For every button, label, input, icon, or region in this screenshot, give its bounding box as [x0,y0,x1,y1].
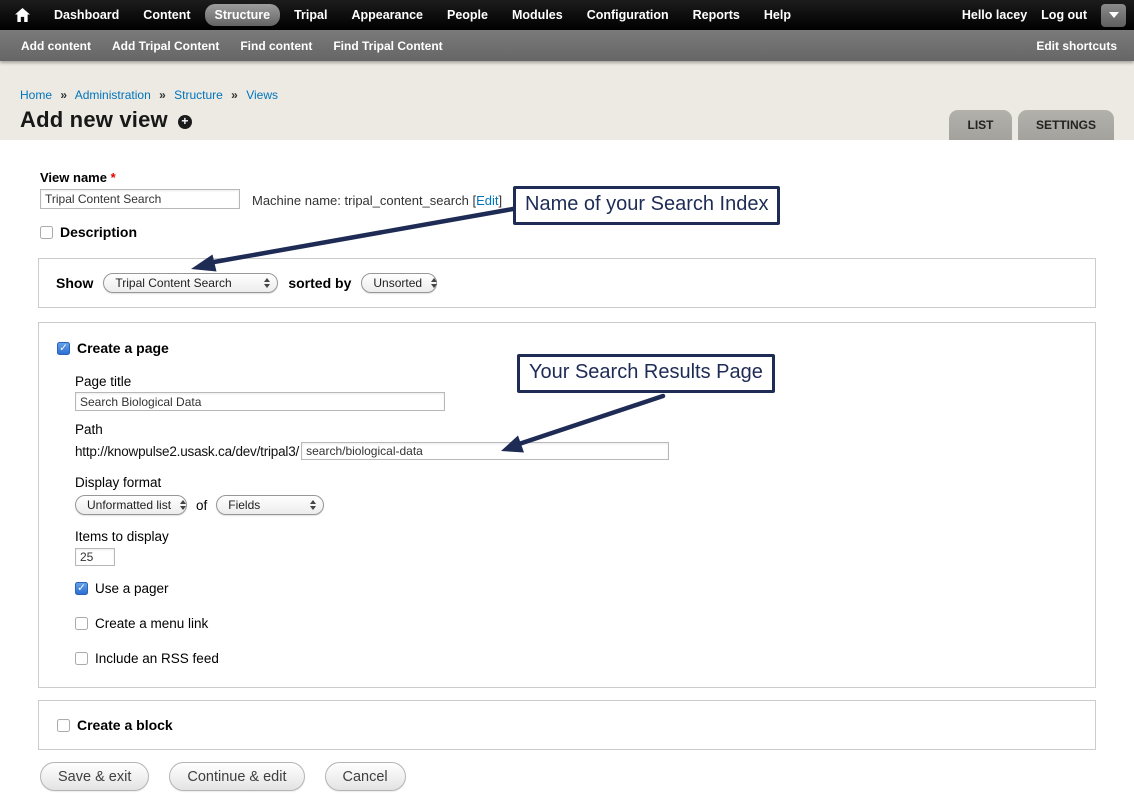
toolbar-nav: Dashboard Content Structure Tripal Appea… [44,4,801,26]
page-title-input[interactable] [75,392,445,411]
continue-edit-button[interactable]: Continue & edit [169,762,304,791]
format-select-value: Unformatted list [87,498,171,512]
select-arrows-icon [180,500,186,510]
items-to-display-input[interactable] [75,548,115,566]
toolbar-item-tripal[interactable]: Tripal [284,4,337,26]
show-panel: Show Tripal Content Search sorted by Uns… [38,258,1096,308]
create-block-label: Create a block [77,717,173,733]
toolbar-item-reports[interactable]: Reports [683,4,750,26]
add-view-form: View name * Machine name: tripal_content… [0,140,1134,806]
toolbar-item-modules[interactable]: Modules [502,4,573,26]
page-title: Add new view [20,107,168,133]
annotation-name-box: Name of your Search Index [513,186,780,225]
toolbar-collapse-toggle[interactable] [1101,4,1126,27]
sort-select[interactable]: Unsorted [361,273,437,293]
cancel-button[interactable]: Cancel [325,762,406,791]
breadcrumb-home[interactable]: Home [20,88,52,102]
create-block-checkbox[interactable]: ✓ [57,719,70,732]
tab-settings[interactable]: SETTINGS [1018,110,1114,140]
page-title-field-label: Page title [75,374,131,389]
admin-toolbar: Dashboard Content Structure Tripal Appea… [0,0,1134,30]
use-pager-label: Use a pager [95,581,169,596]
shortcut-find-content[interactable]: Find content [240,39,312,53]
checkmark-icon: ✓ [59,343,68,354]
rss-label: Include an RSS feed [95,651,219,666]
home-icon[interactable] [15,8,30,22]
breadcrumb: Home » Administration » Structure » View… [20,88,278,102]
machine-name-edit-link[interactable]: Edit [476,193,498,208]
breadcrumb-separator: » [60,88,67,102]
sorted-by-label: sorted by [288,275,351,291]
sort-select-value: Unsorted [373,276,422,290]
format-select[interactable]: Unformatted list [75,495,187,515]
required-mark: * [111,170,116,185]
create-page-label: Create a page [77,340,169,356]
path-prefix: http://knowpulse2.usask.ca/dev/tripal3/ [75,444,299,459]
format-of-select-value: Fields [228,498,301,512]
username: lacey [996,8,1027,22]
select-arrows-icon [431,278,437,288]
create-block-panel: ✓ Create a block [38,700,1096,750]
description-checkbox[interactable]: ✓ [40,226,53,239]
machine-name-text: Machine name: tripal_content_search [Edi… [252,193,502,208]
view-name-label: View name * [40,170,116,185]
toolbar-item-structure[interactable]: Structure [205,4,281,26]
toolbar-item-appearance[interactable]: Appearance [341,4,433,26]
checkmark-icon: ✓ [77,583,86,594]
shortcuts-bar: Add content Add Tripal Content Find cont… [0,30,1134,61]
shortcut-add-tripal-content[interactable]: Add Tripal Content [112,39,219,53]
breadcrumb-administration[interactable]: Administration [75,88,151,102]
show-label: Show [56,275,93,291]
create-page-checkbox[interactable]: ✓ [57,342,70,355]
view-name-input[interactable] [40,189,240,209]
shortcut-add-content[interactable]: Add content [21,39,91,53]
format-of-label: of [196,498,207,513]
items-to-display-label: Items to display [75,529,169,544]
form-actions: Save & exit Continue & edit Cancel [40,762,406,791]
breadcrumb-separator: » [159,88,166,102]
toolbar-item-help[interactable]: Help [754,4,801,26]
format-of-select[interactable]: Fields [216,495,324,515]
secondary-tabs: LIST SETTINGS [949,110,1114,140]
use-pager-checkbox[interactable]: ✓ [75,582,88,595]
show-select[interactable]: Tripal Content Search [103,273,278,293]
toolbar-user-area: Hello lacey Log out [962,4,1134,27]
menu-link-label: Create a menu link [95,616,208,631]
logout-link[interactable]: Log out [1031,4,1097,26]
select-arrows-icon [310,500,316,510]
breadcrumb-separator: » [231,88,238,102]
toolbar-item-configuration[interactable]: Configuration [577,4,679,26]
path-label: Path [75,422,103,437]
breadcrumb-views[interactable]: Views [246,88,278,102]
save-exit-button[interactable]: Save & exit [40,762,149,791]
tab-list[interactable]: LIST [949,110,1012,140]
shortcut-find-tripal-content[interactable]: Find Tripal Content [333,39,442,53]
annotation-results-box: Your Search Results Page [517,354,775,393]
chevron-down-icon [1109,12,1119,18]
toolbar-item-content[interactable]: Content [133,4,200,26]
path-input[interactable] [301,442,669,460]
user-greeting: Hello lacey [962,8,1027,22]
display-format-label: Display format [75,475,161,490]
rss-checkbox[interactable]: ✓ [75,652,88,665]
select-arrows-icon [264,278,270,288]
page-header: Home » Administration » Structure » View… [0,61,1134,140]
menu-link-checkbox[interactable]: ✓ [75,617,88,630]
toolbar-item-dashboard[interactable]: Dashboard [44,4,129,26]
add-icon: + [178,115,192,129]
description-label: Description [60,224,137,240]
show-select-value: Tripal Content Search [115,276,255,290]
toolbar-item-people[interactable]: People [437,4,498,26]
breadcrumb-structure[interactable]: Structure [174,88,223,102]
edit-shortcuts-link[interactable]: Edit shortcuts [1036,39,1117,53]
